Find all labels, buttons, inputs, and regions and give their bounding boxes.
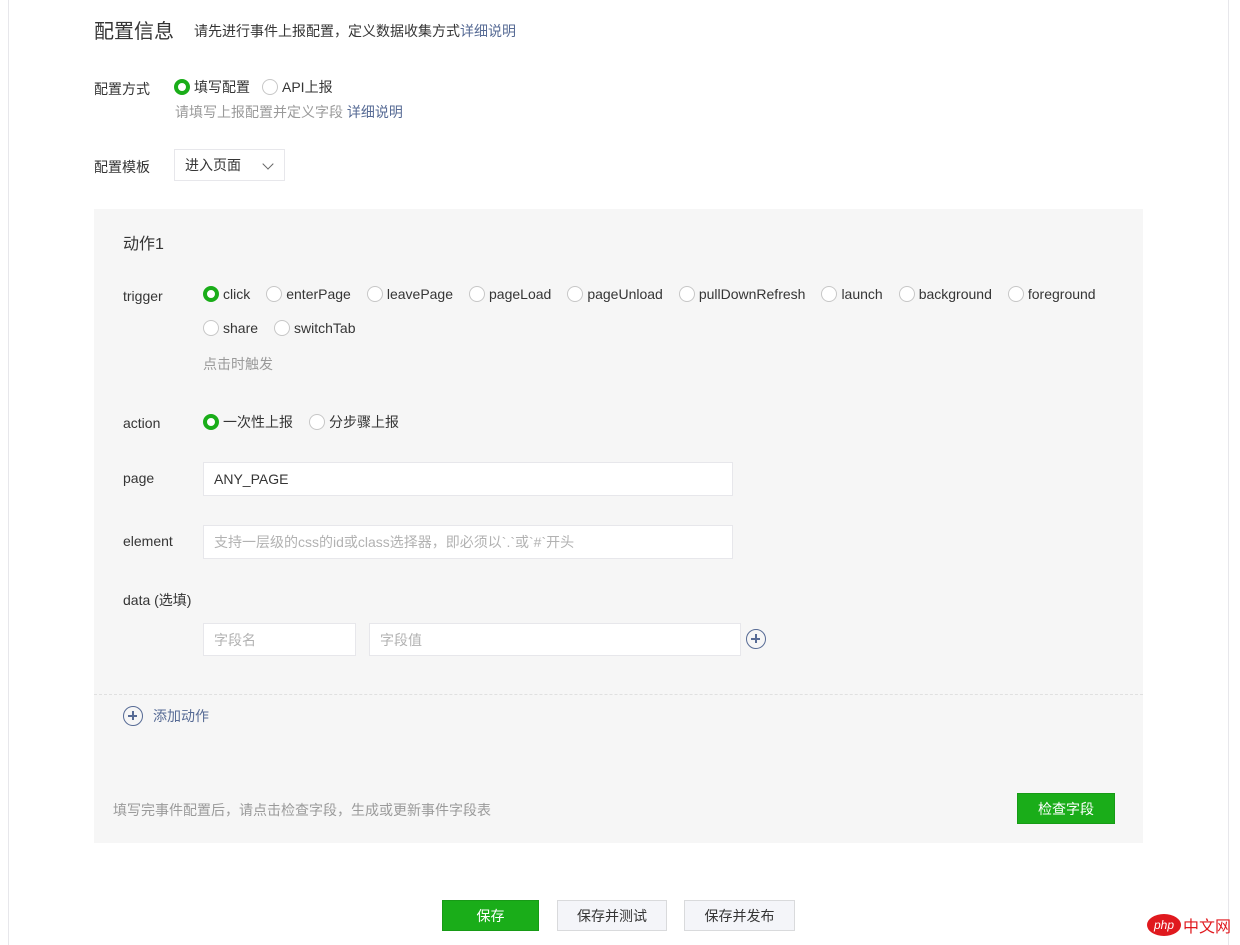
radio-label: pageUnload bbox=[587, 286, 663, 302]
radio-trigger-click[interactable]: click bbox=[203, 286, 250, 302]
config-template-value: 进入页面 bbox=[185, 157, 241, 173]
radio-label: switchTab bbox=[294, 320, 356, 336]
detail-link[interactable]: 详细说明 bbox=[460, 23, 516, 39]
radio-trigger-background[interactable]: background bbox=[898, 286, 992, 302]
radio-unchecked-icon bbox=[203, 320, 219, 336]
save-button[interactable]: 保存 bbox=[442, 900, 539, 931]
section-title: 配置信息 bbox=[94, 21, 174, 43]
data-label: data (选填) bbox=[123, 592, 192, 608]
trigger-radio-group-row1: click enterPage leavePage pageLoad pageU… bbox=[203, 286, 1112, 302]
radio-label: leavePage bbox=[386, 286, 454, 302]
php-logo-icon: php bbox=[1147, 914, 1181, 936]
radio-unchecked-icon bbox=[262, 79, 278, 95]
section-desc-text: 请先进行事件上报配置，定义数据收集方式 bbox=[194, 23, 460, 39]
radio-trigger-switchtab[interactable]: switchTab bbox=[274, 320, 356, 336]
radio-unchecked-icon bbox=[1007, 286, 1024, 302]
radio-label: 填写配置 bbox=[194, 79, 250, 95]
config-method-radio-group: 填写配置 API上报 bbox=[174, 77, 333, 97]
radio-unchecked-icon bbox=[898, 286, 915, 302]
radio-trigger-enterpage[interactable]: enterPage bbox=[266, 286, 351, 302]
radio-label: API上报 bbox=[282, 79, 333, 95]
radio-label: click bbox=[223, 286, 251, 302]
add-field-icon[interactable] bbox=[746, 629, 766, 649]
action-title: 动作1 bbox=[123, 236, 164, 253]
field-name-input[interactable]: 字段名 bbox=[203, 623, 356, 656]
action-label: action bbox=[123, 415, 161, 431]
config-template-select[interactable]: 进入页面 bbox=[174, 149, 285, 181]
watermark: php 中文网 bbox=[1147, 913, 1231, 937]
add-action-button[interactable]: 添加动作 bbox=[123, 706, 209, 726]
element-input[interactable]: 支持一层级的css的id或class选择器，即必须以`.`或`#`开头 bbox=[203, 525, 733, 559]
config-template-label: 配置模板 bbox=[94, 159, 150, 175]
config-method-detail-link[interactable]: 详细说明 bbox=[347, 104, 403, 120]
check-field-button[interactable]: 检查字段 bbox=[1017, 793, 1115, 824]
plus-circle-icon bbox=[123, 706, 143, 726]
radio-trigger-pageload[interactable]: pageLoad bbox=[469, 286, 551, 302]
action-radio-group: 一次性上报 分步骤上报 bbox=[203, 412, 415, 432]
radio-fill-config[interactable]: 填写配置 bbox=[174, 77, 250, 97]
page-label: page bbox=[123, 470, 155, 486]
radio-label: pullDownRefresh bbox=[698, 286, 806, 302]
radio-label: share bbox=[223, 320, 259, 336]
config-method-hint: 请填写上报配置并定义字段 详细说明 bbox=[175, 102, 403, 122]
page-input[interactable]: ANY_PAGE bbox=[203, 462, 733, 496]
radio-unchecked-icon bbox=[567, 286, 584, 302]
radio-api-report[interactable]: API上报 bbox=[262, 77, 333, 97]
radio-trigger-launch[interactable]: launch bbox=[821, 286, 883, 302]
radio-trigger-leavepage[interactable]: leavePage bbox=[366, 286, 454, 302]
left-border bbox=[8, 0, 9, 945]
radio-unchecked-icon bbox=[274, 320, 291, 336]
save-publish-button[interactable]: 保存并发布 bbox=[684, 900, 795, 931]
radio-checked-icon bbox=[174, 79, 190, 95]
trigger-radio-group-row2: share switchTab bbox=[203, 320, 372, 336]
radio-unchecked-icon bbox=[678, 286, 695, 302]
radio-label: launch bbox=[841, 286, 883, 302]
radio-checked-icon bbox=[203, 286, 219, 302]
radio-label: foreground bbox=[1027, 286, 1096, 302]
radio-unchecked-icon bbox=[309, 414, 325, 430]
radio-label: pageLoad bbox=[489, 286, 552, 302]
config-method-hint-text: 请填写上报配置并定义字段 bbox=[175, 104, 343, 120]
field-value-input[interactable]: 字段值 bbox=[369, 623, 741, 656]
radio-trigger-share[interactable]: share bbox=[203, 320, 258, 336]
action-panel: 动作1 trigger click enterPage leavePage pa… bbox=[94, 209, 1143, 843]
radio-label: 一次性上报 bbox=[223, 414, 293, 430]
config-method-label: 配置方式 bbox=[94, 81, 150, 97]
section-desc: 请先进行事件上报配置，定义数据收集方式详细说明 bbox=[194, 21, 516, 41]
radio-unchecked-icon bbox=[821, 286, 838, 302]
chevron-down-icon bbox=[262, 158, 274, 170]
check-field-hint: 填写完事件配置后，请点击检查字段，生成或更新事件字段表 bbox=[113, 802, 491, 818]
divider bbox=[94, 694, 1143, 695]
radio-trigger-pulldownrefresh[interactable]: pullDownRefresh bbox=[678, 286, 806, 302]
add-action-label: 添加动作 bbox=[153, 708, 209, 724]
radio-label: enterPage bbox=[286, 286, 351, 302]
radio-unchecked-icon bbox=[469, 286, 486, 302]
radio-action-once[interactable]: 一次性上报 bbox=[203, 412, 293, 432]
trigger-hint: 点击时触发 bbox=[203, 356, 273, 372]
radio-action-stepwise[interactable]: 分步骤上报 bbox=[309, 412, 399, 432]
radio-label: 分步骤上报 bbox=[329, 414, 399, 430]
radio-unchecked-icon bbox=[366, 286, 383, 302]
radio-label: background bbox=[918, 286, 992, 302]
save-test-button[interactable]: 保存并测试 bbox=[557, 900, 667, 931]
radio-unchecked-icon bbox=[266, 286, 283, 302]
trigger-label: trigger bbox=[123, 288, 163, 304]
radio-trigger-foreground[interactable]: foreground bbox=[1007, 286, 1096, 302]
element-label: element bbox=[123, 533, 173, 549]
radio-checked-icon bbox=[203, 414, 219, 430]
radio-trigger-pageunload[interactable]: pageUnload bbox=[567, 286, 663, 302]
right-border bbox=[1228, 0, 1229, 945]
watermark-text: 中文网 bbox=[1183, 919, 1232, 936]
